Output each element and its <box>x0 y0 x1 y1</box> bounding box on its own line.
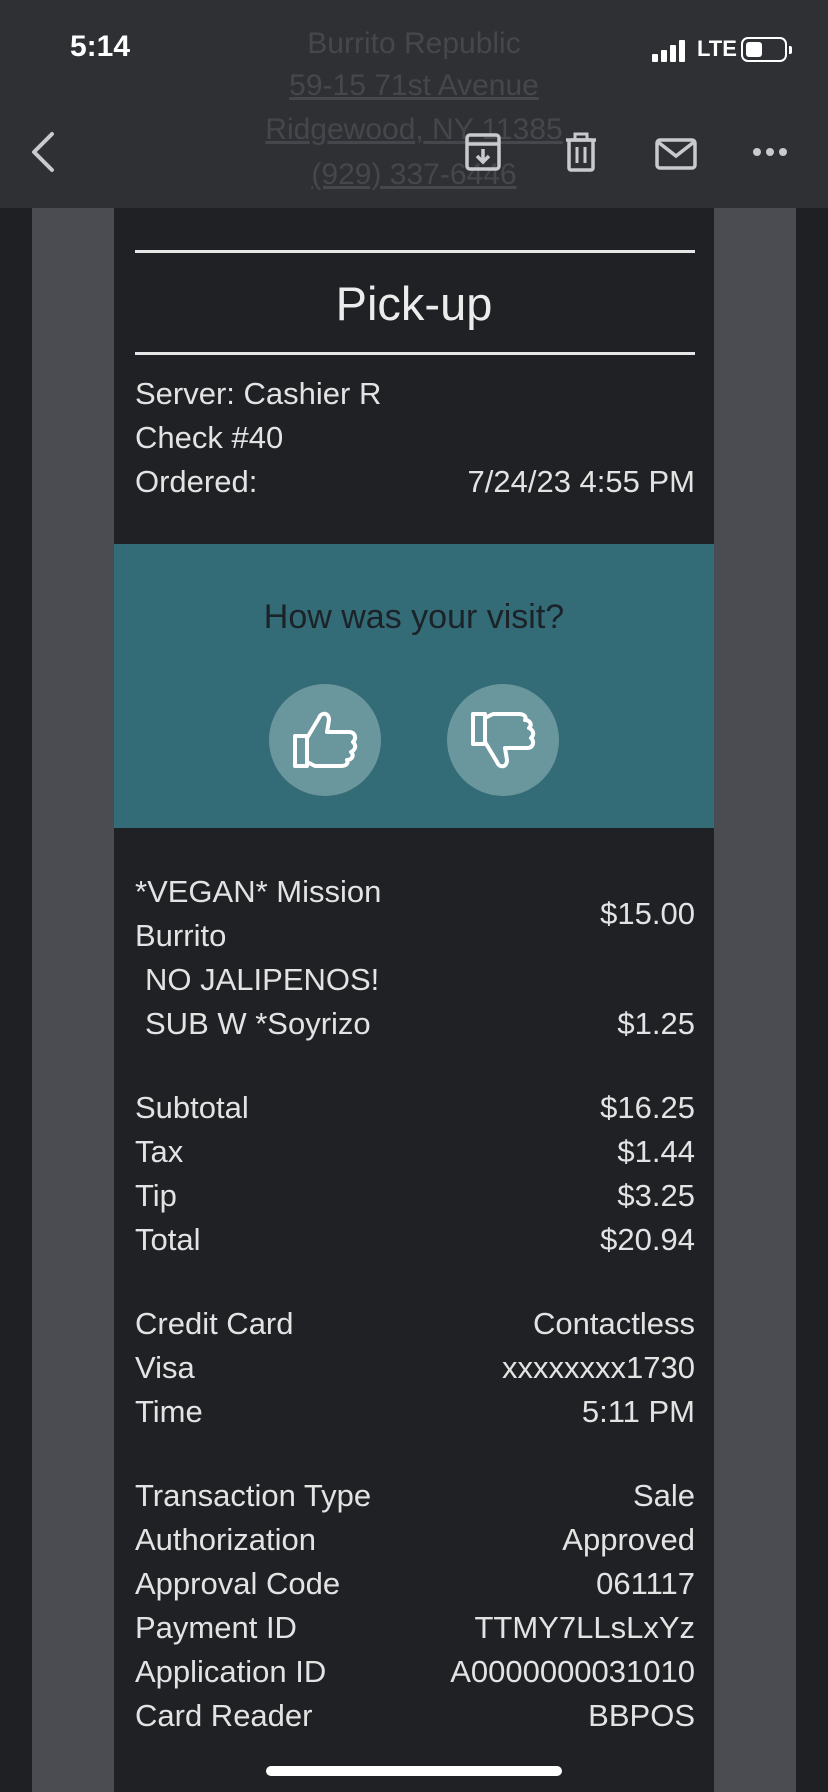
row-value: TTMY7LLsLxYz <box>474 1610 695 1645</box>
row-label: Credit Card <box>135 1306 294 1341</box>
mail-icon[interactable] <box>655 138 697 170</box>
transaction-row: Approval Code 061117 <box>135 1562 695 1606</box>
transaction-row: Payment ID TTMY7LLsLxYz <box>135 1606 695 1650</box>
merchant-address-line1[interactable]: 59-15 71st Avenue <box>0 66 828 105</box>
divider <box>135 352 695 355</box>
thumbs-down-button[interactable] <box>447 684 559 796</box>
totals-row: Total $20.94 <box>135 1218 695 1262</box>
item-modifier: NO JALIPENOS! <box>135 958 695 1002</box>
top-bar: Burrito Republic 59-15 71st Avenue Ridge… <box>0 0 828 208</box>
thumbs-up-button[interactable] <box>269 684 381 796</box>
row-label: Time <box>135 1394 203 1429</box>
row-label: Approval Code <box>135 1566 341 1601</box>
payment-row: Time 5:11 PM <box>135 1390 695 1434</box>
row-label: Tip <box>135 1178 177 1213</box>
status-time: 5:14 <box>70 30 131 63</box>
home-indicator[interactable] <box>266 1766 562 1776</box>
transaction-row: Card Reader BBPOS <box>135 1694 695 1738</box>
check-number: Check #40 <box>135 420 284 455</box>
server-label: Server: Cashier R <box>135 376 382 411</box>
row-value: Approved <box>562 1522 695 1557</box>
merchant-address-line2[interactable]: Ridgewood, NY 11385 <box>0 110 828 149</box>
row-label: Tax <box>135 1134 184 1169</box>
item-name-line2: Burrito <box>135 914 695 958</box>
row-label: Application ID <box>135 1654 327 1689</box>
email-gutter-left <box>32 208 114 1792</box>
row-value: $16.25 <box>600 1090 695 1125</box>
row-value: A0000000031010 <box>450 1654 695 1689</box>
row-label: Authorization <box>135 1522 316 1557</box>
transaction-row: Authorization Approved <box>135 1518 695 1562</box>
row-label: Card Reader <box>135 1698 313 1733</box>
ordered-label: Ordered: <box>135 464 258 499</box>
thumbs-up-icon <box>293 711 358 768</box>
row-value: xxxxxxxx1730 <box>502 1350 695 1385</box>
chevron-left-icon[interactable] <box>28 128 58 176</box>
row-label: Burrito <box>135 918 227 953</box>
totals-row: Subtotal $16.25 <box>135 1086 695 1130</box>
check-row: Check #40 <box>135 416 695 460</box>
trash-icon[interactable] <box>564 132 598 172</box>
row-value: 061117 <box>596 1566 695 1601</box>
thumbs-down-icon <box>471 712 536 769</box>
row-label: Transaction Type <box>135 1478 372 1513</box>
item-modifier: SUB W *Soyrizo $1.25 <box>135 1002 695 1046</box>
order-type-title: Pick-up <box>335 277 493 330</box>
row-value: $20.94 <box>600 1222 695 1257</box>
row-value: BBPOS <box>588 1698 695 1733</box>
row-label: Payment ID <box>135 1610 297 1645</box>
ordered-row: Ordered: 7/24/23 4:55 PM <box>135 460 695 504</box>
archive-icon[interactable] <box>464 132 502 172</box>
modifier-price: $1.25 <box>617 1006 695 1041</box>
transaction-row: Transaction Type Sale <box>135 1474 695 1518</box>
payment-row: Credit Card Contactless <box>135 1302 695 1346</box>
row-value: Sale <box>632 1478 695 1513</box>
row-label: Subtotal <box>135 1090 249 1125</box>
totals-row: Tip $3.25 <box>135 1174 695 1218</box>
row-label: Total <box>135 1222 201 1257</box>
receipt-card: Pick-up Server: Cashier R Check #40 Orde… <box>114 208 714 1792</box>
feedback-panel: How was your visit? <box>114 544 714 828</box>
row-value: $1.44 <box>617 1134 695 1169</box>
row-label: Visa <box>135 1350 195 1385</box>
network-type: LTE <box>697 36 737 61</box>
row-value: 5:11 PM <box>581 1394 695 1429</box>
ordered-value: 7/24/23 4:55 PM <box>467 464 696 499</box>
more-icon[interactable] <box>752 146 788 158</box>
email-gutter-right <box>714 208 796 1792</box>
divider <box>135 250 695 253</box>
totals-row: Tax $1.44 <box>135 1130 695 1174</box>
row-value: $3.25 <box>617 1178 695 1213</box>
row-value: Contactless <box>533 1306 695 1341</box>
row-label: SUB W *Soyrizo <box>145 1006 371 1041</box>
server-row: Server: Cashier R <box>135 372 695 416</box>
feedback-question: How was your visit? <box>263 598 565 636</box>
battery-icon <box>741 37 792 62</box>
signal-icon <box>652 40 688 62</box>
row-label: NO JALIPENOS! <box>145 962 380 997</box>
merchant-phone[interactable]: (929) 337-6446 <box>0 155 828 194</box>
payment-row: Visa xxxxxxxx1730 <box>135 1346 695 1390</box>
transaction-row: Application ID A0000000031010 <box>135 1650 695 1694</box>
